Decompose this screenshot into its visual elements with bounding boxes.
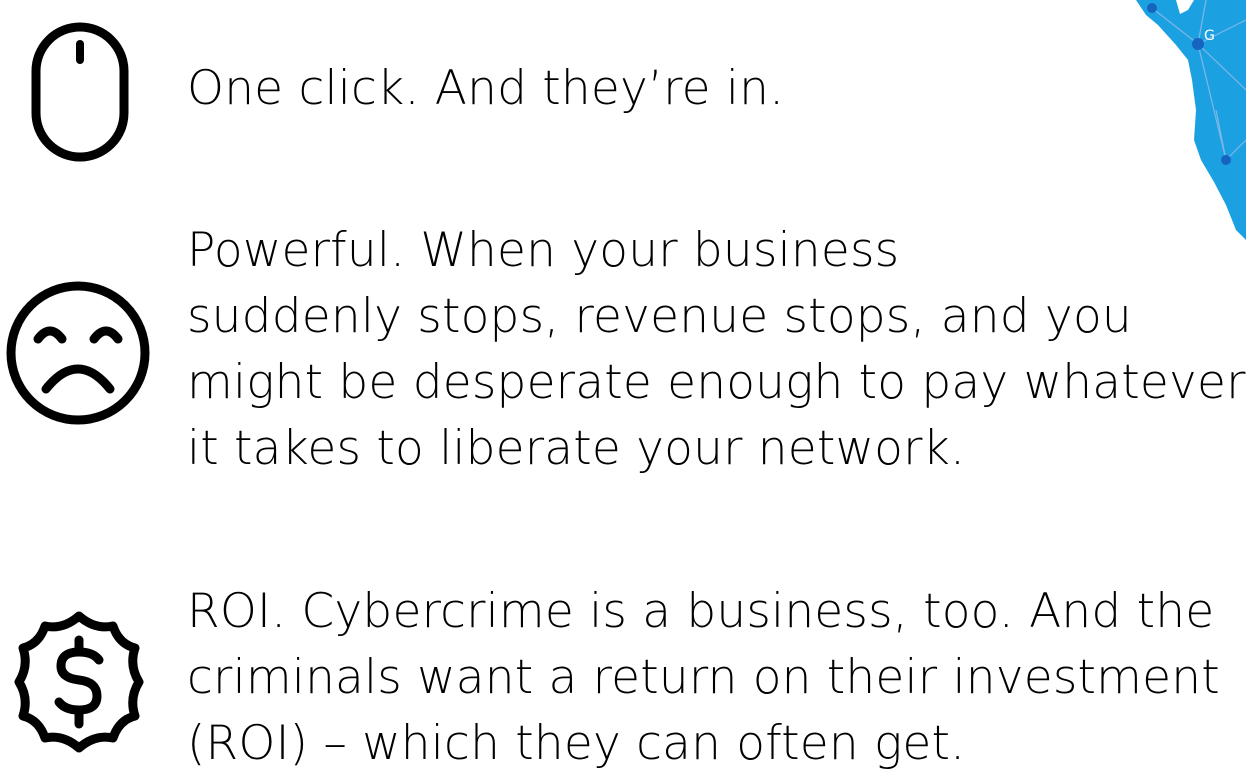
text-line: suddenly stops, revenue stops, and you — [187, 289, 1132, 344]
text-line: (ROI) – which they can often get. — [187, 716, 966, 771]
mouse-icon — [31, 22, 129, 162]
text-line: it takes to liberate your network. — [187, 421, 966, 476]
dollar-badge-icon — [14, 611, 144, 753]
text-line: One click. And they’re in. — [187, 61, 785, 116]
item-powerful-text: Powerful. When your business suddenly st… — [187, 218, 1246, 482]
item-powerful: Powerful. When your business suddenly st… — [0, 215, 1246, 495]
item-roi-text: ROI. Cybercrime is a business, too. And … — [187, 579, 1220, 777]
text-line: might be desperate enough to pay whateve… — [187, 355, 1246, 410]
text-line: criminals want a return on their investm… — [187, 650, 1220, 705]
text-line: Powerful. When your business — [187, 223, 900, 278]
item-one-click: One click. And they’re in. — [0, 0, 1246, 180]
item-one-click-text: One click. And they’re in. — [187, 56, 784, 122]
text-line: ROI. Cybercrime is a business, too. And … — [187, 584, 1215, 639]
sad-face-icon — [6, 281, 150, 425]
item-roi: ROI. Cybercrime is a business, too. And … — [0, 570, 1246, 777]
